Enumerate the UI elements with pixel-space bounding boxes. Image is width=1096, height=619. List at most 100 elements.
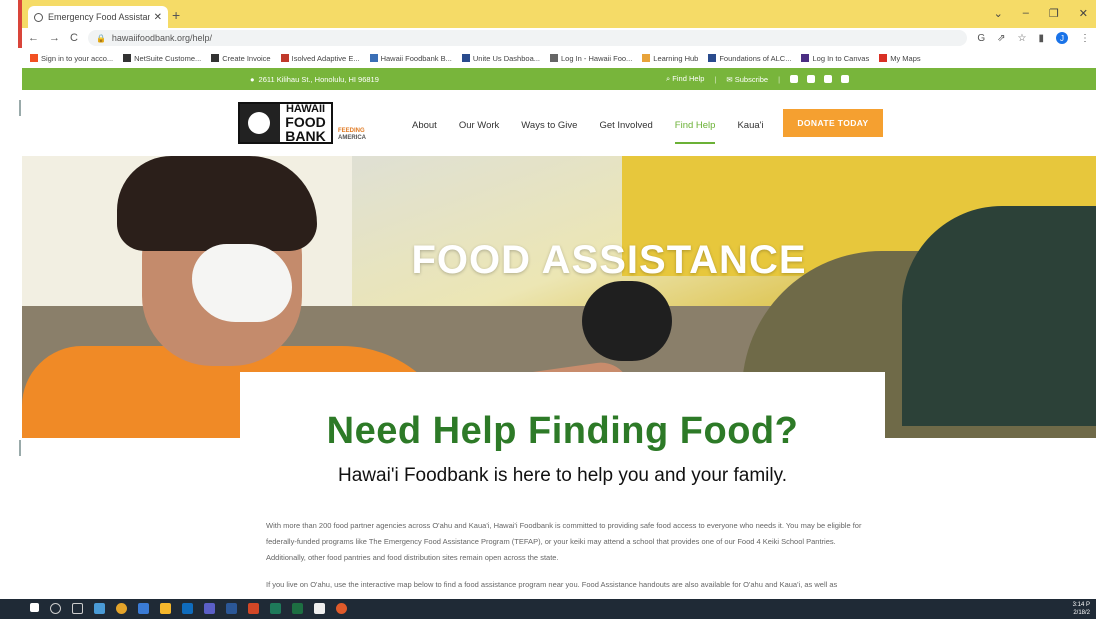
twitter-icon[interactable] [824,75,833,83]
nav-get-involved[interactable]: Get Involved [599,120,652,131]
address-info: ● 2611 Kilihau St., Honolulu, HI 96819 [250,75,379,84]
notion-icon[interactable] [314,603,325,614]
left-edge [0,0,22,600]
social-links [790,75,850,83]
close-window-icon[interactable]: ✕ [1079,7,1088,20]
bookmark-item[interactable]: Hawaii Foodbank B... [369,54,452,63]
powerpoint-icon[interactable] [248,603,259,614]
nav-find-help[interactable]: Find Help [674,120,715,144]
taskbar-icons [30,603,347,614]
separator: | [714,74,717,84]
bookmark-item[interactable]: Unite Us Dashboa... [461,54,540,63]
excel-icon[interactable] [292,603,303,614]
donate-button[interactable]: DONATE TODAY [783,109,883,137]
menu-icon[interactable]: ⋮ [1080,33,1090,44]
bookmark-icon [280,54,289,62]
reload-icon[interactable]: C [70,32,78,44]
search-icon: ⌕ [666,74,671,83]
bookmark-icon [642,54,651,62]
search-icon[interactable] [50,603,61,614]
bookmark-icon [30,54,38,62]
share-icon[interactable]: ⇗ [997,33,1005,44]
minimize-icon[interactable]: – [1023,7,1029,20]
bookmark-item[interactable]: Log In to Canvas [801,54,869,63]
hero-photo-part [117,156,317,251]
bookmark-icon [550,54,558,62]
top-info-bar: ● 2611 Kilihau St., Honolulu, HI 96819 ⌕… [22,68,1096,90]
app-icon[interactable] [160,603,171,614]
task-view-icon[interactable] [72,603,83,614]
intro-paragraph: With more than 200 food partner agencies… [266,521,862,562]
teams-icon[interactable] [204,603,215,614]
bookmark-item[interactable]: NetSuite Custome... [123,54,201,63]
site-header: HAWAII FOOD BANK FEEDING AMERICA About O… [22,90,1096,156]
bookmark-icon [123,54,132,62]
tab-search-icon[interactable]: ⌄ [994,7,1003,20]
bookmark-icon [369,54,378,62]
bookmark-item[interactable]: Create Invoice [211,54,271,63]
main-menu: About Our Work Ways to Give Get Involved… [412,120,764,144]
bookmark-item[interactable]: Learning Hub [642,54,698,63]
bookmark-item[interactable]: Log In - Hawaii Foo... [550,54,632,63]
left-edge-mark [19,440,21,456]
hero-photo-part [582,281,672,361]
nav-our-work[interactable]: Our Work [459,120,499,131]
content-card: Need Help Finding Food? Hawai'i Foodbank… [240,372,885,600]
publisher-icon[interactable] [270,603,281,614]
restore-icon[interactable]: ❐ [1049,7,1059,20]
app-icon[interactable] [138,603,149,614]
tab-title: Emergency Food Assistance - Ha [48,12,150,22]
address-bar[interactable]: 🔒 hawaiifoodbank.org/help/ [87,30,968,46]
tab-strip: Emergency Food Assistance - Ha ✕ + ⌄ – ❐… [22,0,1096,28]
subscribe-link[interactable]: ✉ Subscribe [726,75,768,84]
chrome-active-icon[interactable] [336,603,347,614]
nav-ways-to-give[interactable]: Ways to Give [521,120,577,131]
profile-avatar[interactable]: J [1056,32,1068,44]
star-icon[interactable]: ☆ [1018,33,1027,44]
lock-icon: 🔒 [95,33,106,43]
bookmark-item[interactable]: Isolved Adaptive E... [280,54,360,63]
separator: | [778,74,781,84]
bookmarks-bar: Sign in to your acco... NetSuite Custome… [22,48,1096,68]
toolbar-icons: G ⇗ ☆ ▮ J ⋮ [977,32,1090,44]
bookmark-icon [801,54,810,62]
word-icon[interactable] [226,603,237,614]
url-text: hawaiifoodbank.org/help/ [111,33,212,43]
nav-kauai[interactable]: Kaua'i [737,120,763,131]
new-tab-icon[interactable]: + [172,7,180,23]
bookmark-icon [461,54,470,62]
start-icon[interactable] [30,603,39,612]
screen: Emergency Food Assistance - Ha ✕ + ⌄ – ❐… [0,0,1096,619]
browser-tab[interactable]: Emergency Food Assistance - Ha ✕ [28,6,168,28]
facebook-icon[interactable] [790,75,799,83]
top-links: ⌕ Find Help | ✉ Subscribe | [666,74,850,84]
browser-chrome: Emergency Food Assistance - Ha ✕ + ⌄ – ❐… [22,0,1096,68]
street-address: 2611 Kilihau St., Honolulu, HI 96819 [258,75,379,84]
bookmark-item[interactable]: Foundations of ALC... [708,54,791,63]
page-subheading: Hawai'i Foodbank is here to help you and… [338,465,787,486]
logo-text: HAWAII FOOD BANK [285,103,326,144]
youtube-icon[interactable] [841,75,850,83]
hero-title: FOOD ASSISTANCE [411,238,807,282]
bookmark-item[interactable]: My Maps [879,54,921,63]
google-icon[interactable]: G [977,33,985,44]
taskbar-clock[interactable]: 3:14 P 2/18/2 [1073,601,1090,617]
hawaii-foodbank-logo[interactable]: HAWAII FOOD BANK [238,102,333,144]
app-icon[interactable] [94,603,105,614]
mail-icon: ✉ [726,74,733,84]
forward-icon[interactable]: → [49,32,60,44]
find-help-link[interactable]: ⌕ Find Help [666,74,704,84]
chrome-icon[interactable] [116,603,127,614]
instagram-icon[interactable] [807,75,816,83]
bookmark-item[interactable]: Sign in to your acco... [30,54,113,63]
outlook-icon[interactable] [182,603,193,614]
bookmark-icon [879,54,888,62]
back-icon[interactable]: ← [28,32,39,44]
nav-about[interactable]: About [412,120,437,131]
close-tab-icon[interactable]: ✕ [154,12,162,23]
location-pin-icon: ● [250,75,255,84]
logo-emblem-icon [240,104,280,142]
windows-taskbar: 3:14 P 2/18/2 [0,599,1096,619]
sidebar-icon[interactable]: ▮ [1038,33,1044,44]
bookmark-icon [211,54,220,62]
